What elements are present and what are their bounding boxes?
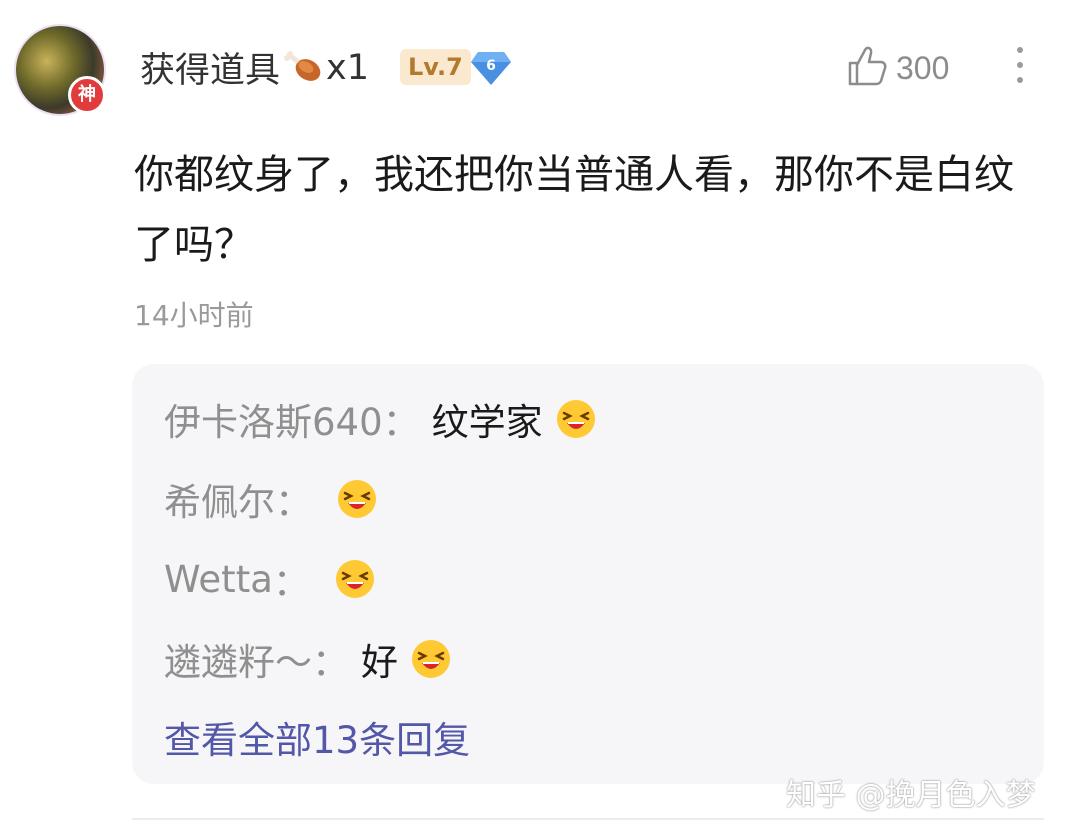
watermark: 知乎 @挽月色入梦: [786, 778, 1036, 813]
drumstick-icon: [284, 48, 324, 88]
reply-item[interactable]: 遴遴籽～ ： 好: [164, 634, 452, 684]
reply-separator: ：: [312, 641, 349, 684]
divider: [132, 818, 1044, 820]
reply-author: 遴遴籽～: [164, 641, 312, 684]
like-count: 300: [896, 49, 950, 86]
reply-item[interactable]: Wetta ：: [164, 554, 376, 604]
comment-card: 神 获得道具 x1 Lv.7 6 300 你都纹身了，我还把你当普通人看，那你不…: [0, 0, 1077, 834]
reply-separator: ：: [382, 401, 420, 444]
username-row[interactable]: 获得道具 x1: [140, 42, 369, 93]
reply-item[interactable]: 希佩尔 ：: [164, 474, 378, 524]
reply-author: Wetta: [164, 557, 273, 601]
avatar-badge: 神: [68, 76, 106, 114]
gem-level: 6: [486, 58, 496, 74]
comment-time: 14小时前: [134, 299, 254, 332]
reply-separator: ：: [275, 481, 312, 524]
more-icon[interactable]: [1008, 44, 1032, 88]
thumbs-up-icon: [846, 44, 890, 92]
view-all-replies-link[interactable]: 查看全部13条回复: [164, 710, 470, 764]
reply-text: 好: [361, 641, 398, 684]
gem-icon: 6: [470, 48, 512, 86]
reply-author: 伊卡洛斯640: [164, 401, 383, 444]
item-multiplier: x1: [326, 47, 369, 88]
comment-text: 你都纹身了，我还把你当普通人看，那你不是白纹了吗？: [134, 152, 1014, 268]
reply-box: 伊卡洛斯640 ： 纹学家 希佩尔 ： Wetta ： 遴遴籽～ ： 好 查看全…: [132, 364, 1044, 784]
avatar[interactable]: 神: [14, 24, 114, 120]
reply-author: 希佩尔: [164, 481, 275, 524]
reply-text: 纹学家: [431, 401, 543, 444]
laughing-emoji-icon: [410, 638, 452, 680]
username: 获得道具: [140, 51, 281, 91]
laughing-emoji-icon: [334, 558, 376, 600]
like-button[interactable]: 300: [846, 44, 949, 92]
laughing-emoji-icon: [555, 398, 597, 440]
level-badge: Lv.7: [400, 49, 471, 85]
reply-item[interactable]: 伊卡洛斯640 ： 纹学家: [164, 394, 597, 444]
reply-separator: ：: [272, 561, 310, 604]
laughing-emoji-icon: [336, 478, 378, 520]
